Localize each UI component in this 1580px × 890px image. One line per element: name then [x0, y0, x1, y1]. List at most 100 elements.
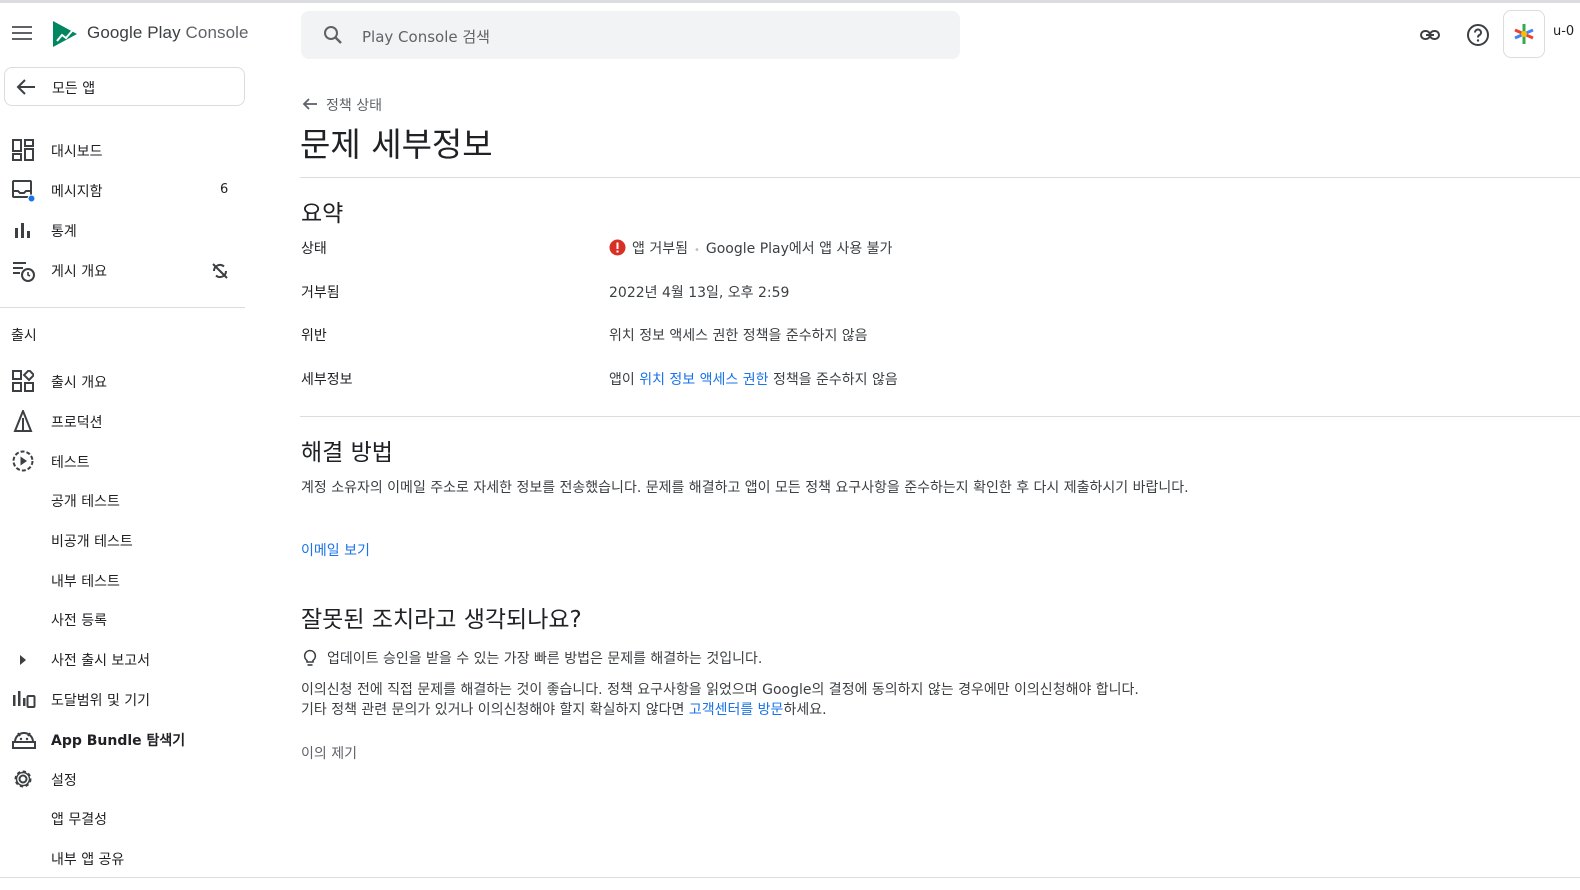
- sidebar-section-release: 출시: [11, 328, 37, 344]
- sidebar-item-testing[interactable]: 테스트: [0, 442, 245, 480]
- sidebar-item-label: 사전 출시 보고서: [51, 653, 151, 669]
- status-label: 상태: [301, 241, 327, 257]
- resolve-heading: 해결 방법: [301, 440, 393, 466]
- sidebar-item-label: 출시 개요: [51, 375, 107, 391]
- help-center-link[interactable]: 고객센터를 방문: [689, 702, 784, 718]
- title-divider: [300, 177, 1580, 178]
- sidebar-item-internal-testing[interactable]: 내부 테스트: [0, 561, 245, 599]
- sidebar-item-app-integrity[interactable]: 앱 무결성: [0, 799, 245, 837]
- sidebar-item-release-overview[interactable]: 출시 개요: [0, 362, 245, 400]
- details-suffix: 정책을 준수하지 않음: [768, 372, 898, 388]
- rejected-label: 거부됨: [301, 285, 340, 301]
- sidebar-item-label: 프로덕션: [51, 415, 103, 431]
- android-bundle-icon: [12, 728, 36, 750]
- sidebar-item-label: 게시 개요: [51, 264, 107, 280]
- inbox-icon: [12, 179, 36, 203]
- sync-disabled-icon: [211, 262, 229, 280]
- release-overview-icon: [12, 370, 34, 392]
- status-badge: 앱 거부됨: [632, 241, 688, 257]
- account-name[interactable]: u-0: [1553, 24, 1580, 39]
- sidebar-item-internal-app-sharing[interactable]: 내부 앱 공유: [0, 839, 245, 877]
- publishing-overview-icon: [12, 259, 35, 282]
- search-icon: [323, 25, 343, 45]
- sidebar-item-label: 설정: [51, 773, 77, 789]
- sidebar-item-label: 테스트: [51, 455, 90, 471]
- resolve-text: 계정 소유자의 이메일 주소로 자세한 정보를 전송했습니다. 문제를 해결하고…: [301, 480, 1189, 496]
- logo-console-text: Console: [180, 23, 249, 42]
- summary-divider: [300, 416, 1580, 417]
- details-label: 세부정보: [301, 372, 353, 388]
- play-console-logo-icon[interactable]: [51, 19, 79, 49]
- all-apps-button[interactable]: 모든 앱: [4, 67, 245, 106]
- bottom-border: [0, 877, 1580, 878]
- hamburger-menu-icon[interactable]: [12, 25, 32, 41]
- lightbulb-icon: [302, 649, 318, 667]
- violation-label: 위반: [301, 328, 327, 344]
- sidebar-item-production[interactable]: 프로덕션: [0, 402, 245, 440]
- details-prefix: 앱이: [609, 372, 640, 388]
- appeal-paragraph-line2: 기타 정책 관련 문의가 있거나 이의신청해야 할지 확실하지 않다면 고객센터…: [301, 700, 1301, 720]
- sidebar-item-label: 앱 무결성: [51, 812, 107, 828]
- expand-arrow-icon[interactable]: [19, 654, 27, 666]
- sidebar-item-pre-launch-report[interactable]: 사전 출시 보고서: [0, 640, 245, 678]
- view-email-link[interactable]: 이메일 보기: [301, 540, 370, 560]
- sidebar-item-label: 도달범위 및 기기: [51, 693, 151, 709]
- settings-gear-icon: [12, 768, 34, 790]
- appeal-paragraph-line1: 이의신청 전에 직접 문제를 해결하는 것이 좋습니다. 정책 요구사항을 읽었…: [301, 682, 1139, 698]
- app-logo-text[interactable]: Google Play Console: [87, 23, 249, 43]
- sidebar-item-label: 내부 앱 공유: [51, 852, 125, 868]
- app-avatar-icon: [1512, 22, 1536, 46]
- location-permission-policy-link[interactable]: 위치 정보 액세스 권한: [639, 372, 768, 388]
- sidebar-item-reach-devices[interactable]: 도달범위 및 기기: [0, 680, 245, 718]
- summary-heading: 요약: [301, 201, 344, 227]
- sidebar-item-label: 대시보드: [51, 144, 103, 160]
- sidebar-item-open-testing[interactable]: 공개 테스트: [0, 481, 245, 519]
- details-value: 앱이 위치 정보 액세스 권한 정책을 준수하지 않음: [609, 369, 898, 389]
- testing-icon: [12, 450, 34, 472]
- app-avatar-button[interactable]: [1503, 10, 1545, 58]
- sidebar-item-label: 메시지함: [51, 184, 103, 200]
- rejected-date: 2022년 4월 13일, 오후 2:59: [609, 285, 790, 301]
- all-apps-label: 모든 앱: [52, 81, 96, 97]
- sidebar-item-label: 내부 테스트: [51, 574, 120, 590]
- link-icon[interactable]: [1419, 24, 1441, 46]
- statistics-icon: [12, 219, 34, 241]
- inbox-count-badge: 6: [220, 182, 229, 197]
- breadcrumb-label: 정책 상태: [326, 98, 382, 114]
- status-detail: Google Play에서 앱 사용 불가: [705, 241, 893, 257]
- production-icon: [12, 410, 34, 432]
- sidebar-item-label: 비공개 테스트: [51, 534, 133, 550]
- error-icon: [609, 239, 626, 256]
- appeal-paragraph: 이의신청 전에 직접 문제를 해결하는 것이 좋습니다. 정책 요구사항을 읽었…: [301, 680, 1301, 720]
- sidebar-item-settings[interactable]: 설정: [0, 760, 245, 798]
- sidebar-item-label: 공개 테스트: [51, 494, 120, 510]
- sidebar-item-statistics[interactable]: 통계: [0, 211, 245, 249]
- appeal-tip: 업데이트 승인을 받을 수 있는 가장 빠른 방법은 문제를 해결하는 것입니다…: [327, 651, 763, 667]
- sidebar-item-label: 통계: [51, 224, 77, 240]
- sidebar-item-closed-testing[interactable]: 비공개 테스트: [0, 521, 245, 559]
- sidebar-item-dashboard[interactable]: 대시보드: [0, 131, 245, 169]
- sidebar-divider: [0, 307, 245, 308]
- top-border: [0, 0, 1580, 3]
- page-title: 문제 세부정보: [300, 125, 493, 164]
- search-input[interactable]: Play Console 검색: [362, 26, 490, 47]
- sidebar-item-label: 사전 등록: [51, 613, 107, 629]
- help-icon[interactable]: [1466, 23, 1490, 47]
- appeal-line2-prefix: 기타 정책 관련 문의가 있거나 이의신청해야 할지 확실하지 않다면: [301, 702, 689, 718]
- logo-google-text: Google Play: [87, 23, 181, 42]
- violation-value: 위치 정보 액세스 권한 정책을 준수하지 않음: [609, 328, 868, 344]
- reach-devices-icon: [12, 688, 36, 710]
- appeal-heading: 잘못된 조치라고 생각되나요?: [301, 607, 582, 633]
- appeal-button[interactable]: 이의 제기: [301, 743, 357, 763]
- sidebar-item-publishing-overview[interactable]: 게시 개요: [0, 251, 245, 289]
- separator-dot: •: [693, 245, 700, 256]
- sidebar-item-pre-registration[interactable]: 사전 등록: [0, 600, 245, 638]
- arrow-back-icon: [16, 79, 36, 95]
- search-bar[interactable]: Play Console 검색: [301, 11, 960, 59]
- sidebar-item-inbox[interactable]: 메시지함 6: [0, 171, 245, 209]
- breadcrumb-back-arrow-icon: [302, 98, 318, 110]
- appeal-line2-suffix: 하세요.: [783, 702, 827, 718]
- sidebar-item-label: App Bundle 탐색기: [51, 733, 186, 749]
- dashboard-icon: [12, 139, 34, 161]
- sidebar-item-app-bundle-explorer[interactable]: App Bundle 탐색기: [0, 720, 245, 758]
